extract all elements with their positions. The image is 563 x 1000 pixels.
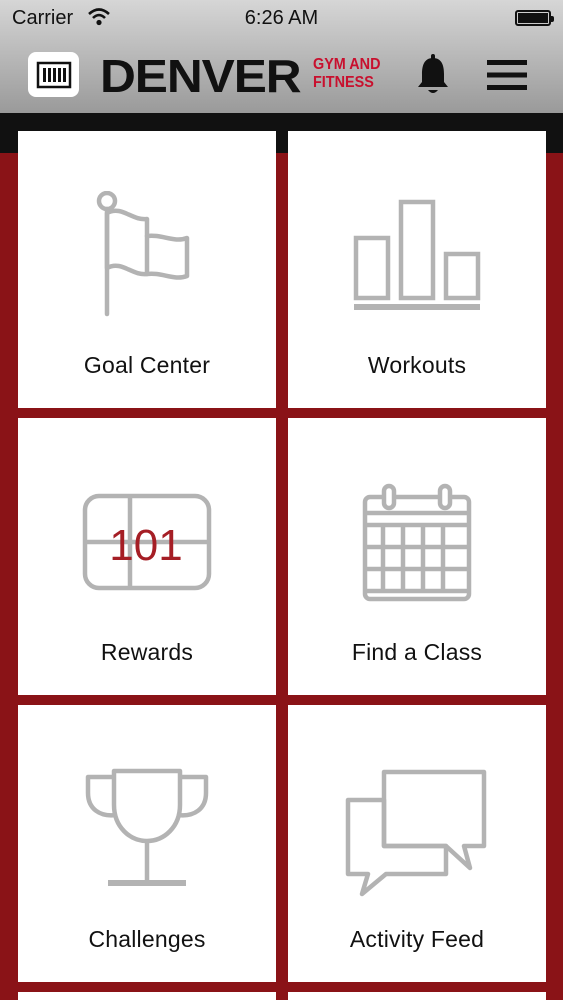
tile-rewards[interactable]: 101 Rewards (18, 418, 276, 695)
battery-icon (515, 10, 554, 26)
tile-workouts[interactable]: Workouts (288, 131, 546, 408)
tile-label: Rewards (100, 639, 194, 665)
tile-label: Activity Feed (349, 926, 485, 952)
calendar-icon (362, 483, 472, 602)
barcode-button[interactable] (28, 52, 79, 97)
logo-subtitle: GYM AND FITNESS (313, 56, 394, 92)
logo-subtitle-line-2: FITNESS (313, 74, 374, 91)
tile-activity-feed[interactable]: Activity Feed (288, 705, 546, 982)
tile-label: Workouts (367, 352, 467, 378)
status-bar: Carrier 6:26 AM (0, 0, 563, 38)
bar-chart-icon (353, 199, 481, 310)
trophy-icon (85, 768, 209, 886)
tile-next-row-left[interactable] (18, 992, 276, 1000)
bell-icon[interactable] (414, 52, 452, 96)
hamburger-menu-icon[interactable] (487, 58, 527, 92)
chat-bubbles-icon (345, 769, 487, 897)
punch-card-icon: 101 (82, 493, 212, 591)
app-header: Carrier 6:26 AM DENVER GYM AND FITNESS (0, 0, 563, 113)
flag-icon (96, 191, 190, 317)
tile-next-row-right[interactable] (288, 992, 546, 1000)
status-time: 6:26 AM (244, 7, 319, 29)
tile-challenges[interactable]: Challenges (18, 705, 276, 982)
tile-find-a-class[interactable]: Find a Class (288, 418, 546, 695)
tile-goal-center[interactable]: Goal Center (18, 131, 276, 408)
logo-wordmark: DENVER (100, 50, 302, 102)
tile-label: Find a Class (351, 639, 483, 665)
barcode-icon (36, 61, 71, 88)
tile-label: Challenges (88, 926, 206, 952)
tile-label: Goal Center (83, 352, 211, 378)
logo-subtitle-line-1: GYM AND (313, 56, 381, 73)
brand-logo: DENVER GYM AND FITNESS (100, 52, 380, 100)
punch-card-number: 101 (109, 521, 182, 570)
